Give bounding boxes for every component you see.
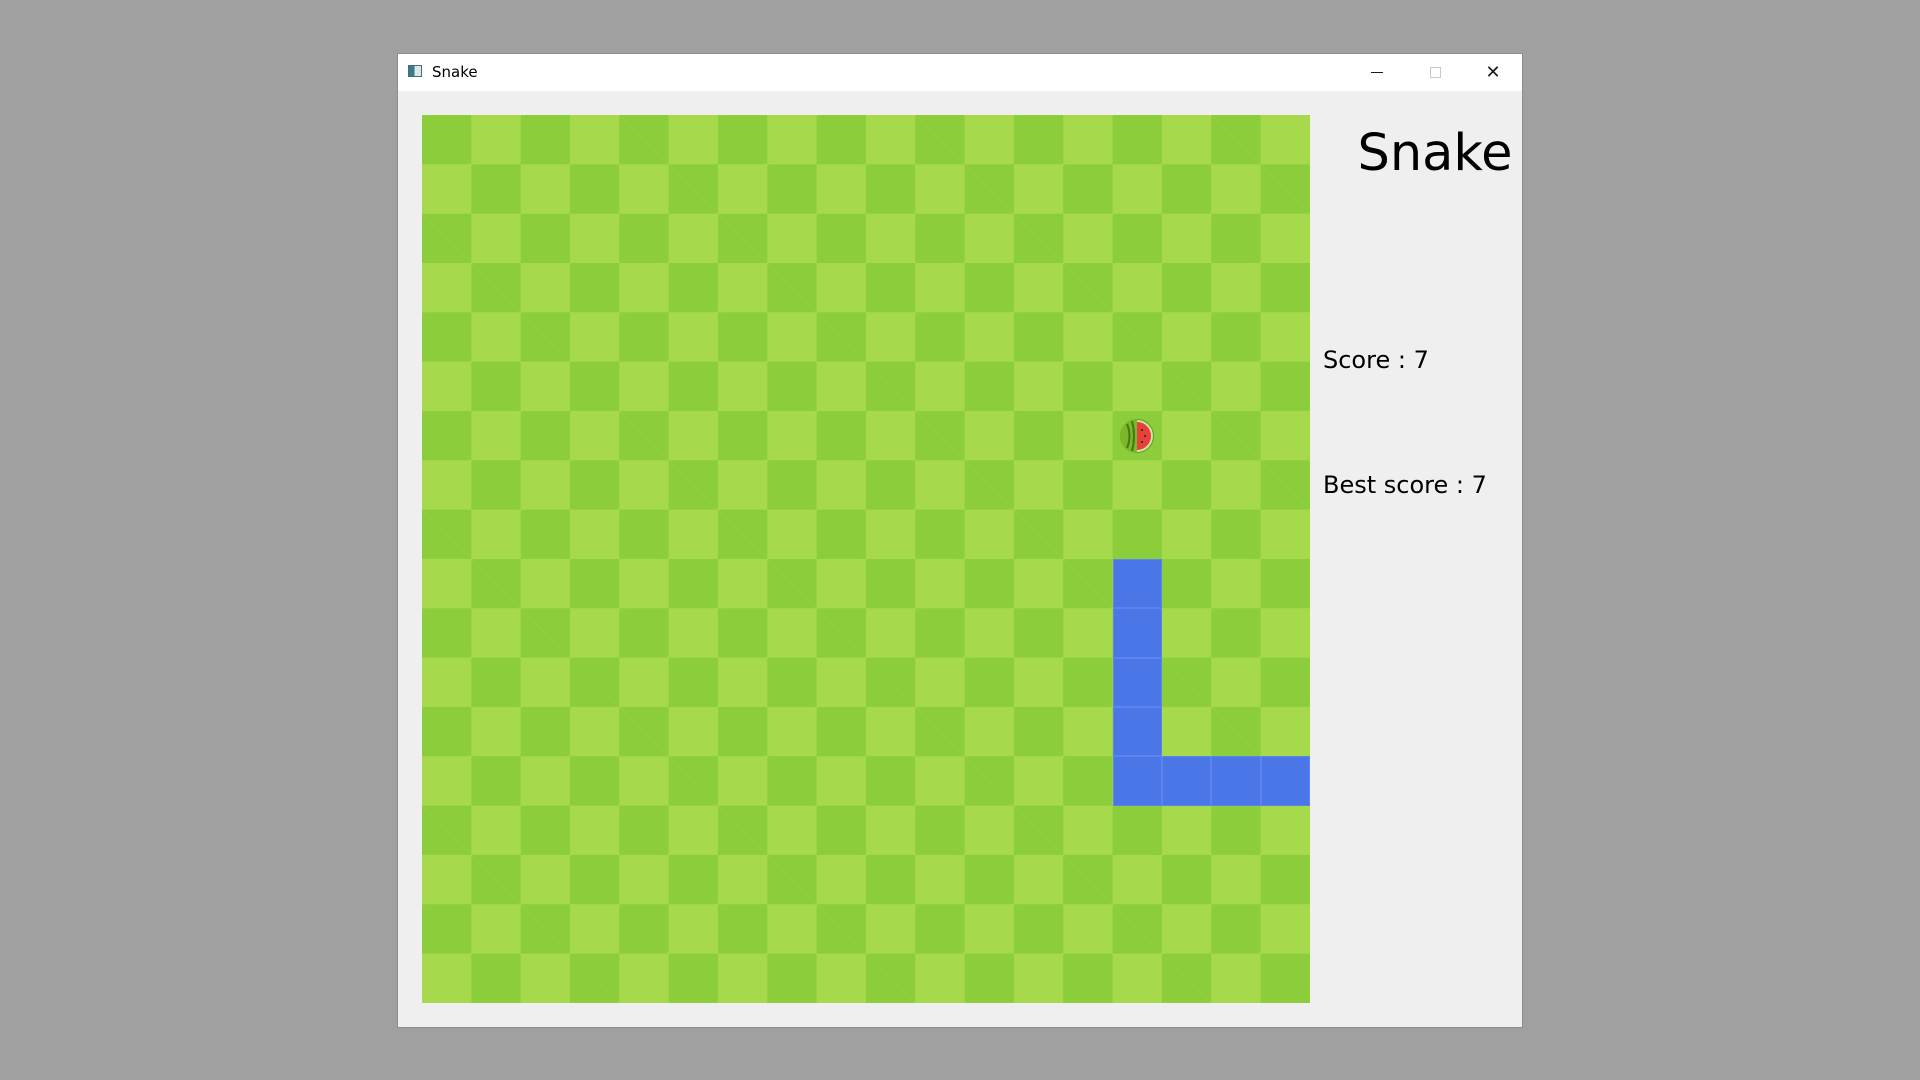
game-board[interactable]	[422, 115, 1310, 1003]
snake-head	[1112, 559, 1162, 609]
snake-segment	[1260, 756, 1310, 806]
app-window-icon	[408, 65, 422, 77]
minimize-icon	[1371, 72, 1383, 73]
snake-segment	[1112, 608, 1162, 658]
maximize-icon	[1429, 67, 1441, 78]
score-label: Score : 7	[1323, 346, 1429, 374]
snake-segment	[1112, 707, 1162, 757]
window-title: Snake	[432, 63, 478, 81]
watermelon-icon	[1119, 418, 1155, 454]
title-bar[interactable]: Snake ✕	[398, 54, 1522, 91]
best-score-label: Best score : 7	[1323, 471, 1487, 499]
minimize-button[interactable]	[1348, 54, 1406, 91]
snake-segment	[1112, 657, 1162, 707]
snake-segment	[1112, 756, 1162, 806]
close-icon: ✕	[1485, 62, 1501, 83]
snake-segment	[1162, 756, 1212, 806]
game-window: Snake ✕ Snake Score : 7 Best score : 7	[398, 54, 1522, 1027]
close-button[interactable]: ✕	[1464, 54, 1522, 91]
snake-segment	[1211, 756, 1261, 806]
game-title: Snake	[1357, 124, 1513, 183]
maximize-button[interactable]	[1406, 54, 1464, 91]
